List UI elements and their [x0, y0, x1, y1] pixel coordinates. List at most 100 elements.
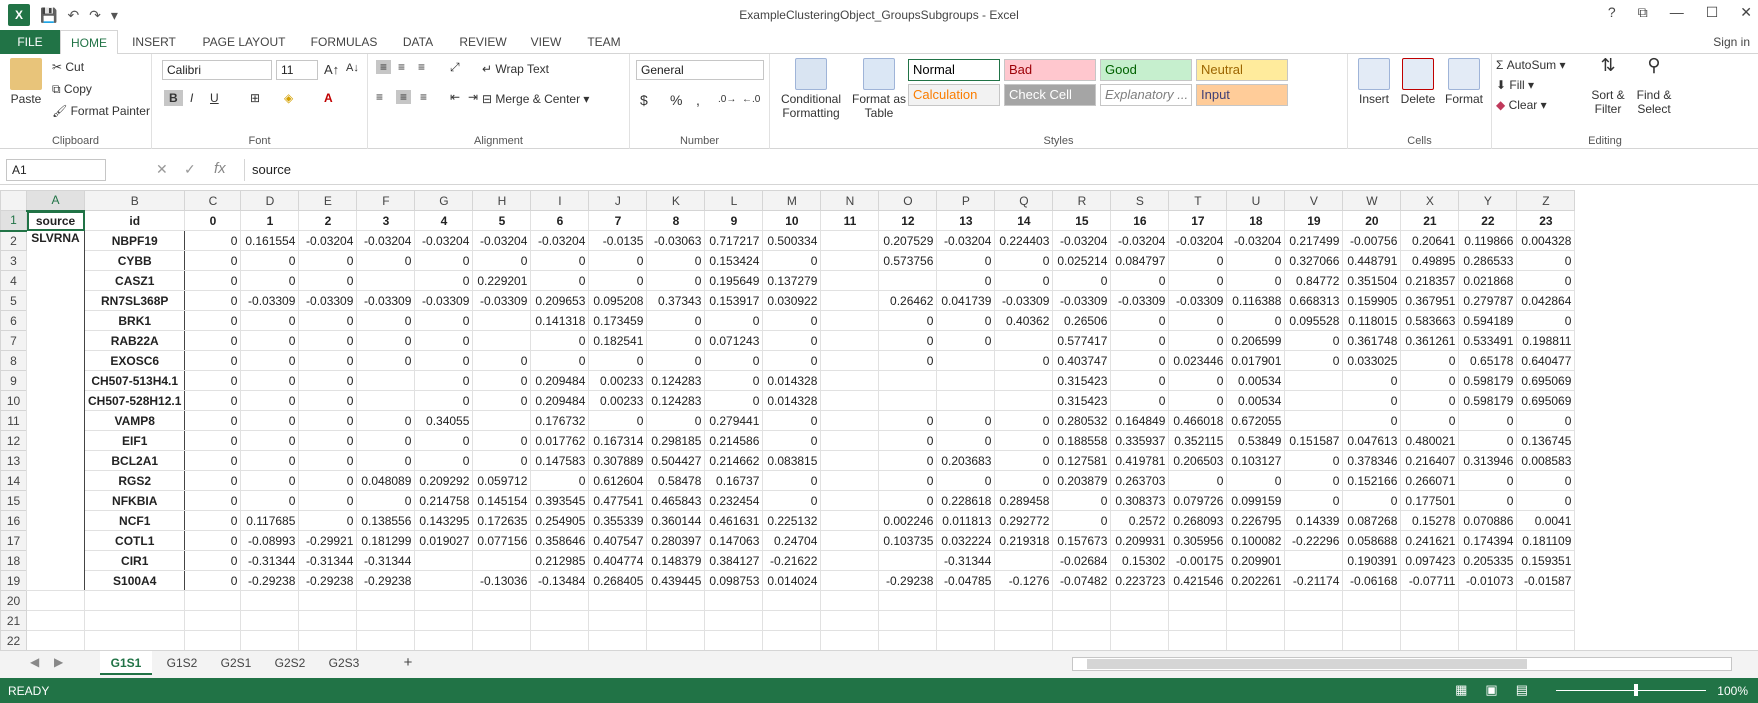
- worksheet-table[interactable]: A B C D E F G H I J K L M N O P Q R S T U V W X Y Z 1 source id 0 1 2 3 4…: [0, 190, 1576, 650]
- value-cell[interactable]: 0.612604: [588, 470, 648, 491]
- horizontal-scroll-thumb[interactable]: [1087, 659, 1527, 669]
- close-button[interactable]: ✕: [1740, 4, 1752, 21]
- value-cell[interactable]: [472, 310, 532, 331]
- value-cell[interactable]: 0.188558: [1052, 430, 1112, 451]
- empty-cell[interactable]: [530, 630, 590, 650]
- value-cell[interactable]: -0.03204: [356, 230, 416, 251]
- number-format-combo[interactable]: General: [636, 60, 764, 80]
- value-cell[interactable]: 0: [530, 270, 590, 291]
- value-cell[interactable]: 0.461631: [704, 510, 764, 531]
- value-cell[interactable]: 0: [1284, 450, 1344, 471]
- value-cell[interactable]: 0.24704: [762, 530, 822, 551]
- value-cell[interactable]: -0.22296: [1284, 530, 1344, 551]
- value-cell[interactable]: 0.017901: [1226, 350, 1286, 371]
- row-header[interactable]: 9: [0, 370, 27, 391]
- value-cell[interactable]: 0.182541: [588, 330, 648, 351]
- value-cell[interactable]: 0: [184, 270, 242, 291]
- value-cell[interactable]: -0.03204: [1052, 230, 1112, 251]
- currency-button[interactable]: $: [640, 92, 648, 108]
- value-cell[interactable]: 0.203683: [936, 450, 996, 471]
- value-cell[interactable]: 0.355339: [588, 510, 648, 531]
- value-cell[interactable]: 0: [1110, 270, 1170, 291]
- value-cell[interactable]: 0: [1226, 250, 1286, 271]
- value-cell[interactable]: 0: [762, 490, 822, 511]
- header-cell[interactable]: 6: [530, 210, 590, 231]
- value-cell[interactable]: 0: [1342, 490, 1402, 511]
- value-cell[interactable]: 0.137279: [762, 270, 822, 291]
- row-header[interactable]: 11: [0, 410, 27, 431]
- value-cell[interactable]: 0: [240, 370, 300, 391]
- value-cell[interactable]: 0.279787: [1458, 290, 1518, 311]
- value-cell[interactable]: -0.04785: [936, 570, 996, 591]
- value-cell[interactable]: 0: [936, 410, 996, 431]
- conditional-formatting-button[interactable]: Conditional Formatting: [776, 58, 846, 120]
- value-cell[interactable]: 0.023446: [1168, 350, 1228, 371]
- value-cell[interactable]: [356, 370, 416, 391]
- empty-cell[interactable]: [646, 610, 706, 631]
- value-cell[interactable]: 0.407547: [588, 530, 648, 551]
- value-cell[interactable]: 0: [762, 410, 822, 431]
- value-cell[interactable]: 0.136745: [1516, 430, 1576, 451]
- value-cell[interactable]: 0.241621: [1400, 530, 1460, 551]
- header-cell[interactable]: 2: [298, 210, 358, 231]
- value-cell[interactable]: 0.205335: [1458, 550, 1518, 571]
- value-cell[interactable]: 0.292772: [994, 510, 1054, 531]
- empty-cell[interactable]: [1110, 590, 1170, 611]
- value-cell[interactable]: 0.219318: [994, 530, 1054, 551]
- value-cell[interactable]: 0.223723: [1110, 570, 1170, 591]
- value-cell[interactable]: 0.138556: [356, 510, 416, 531]
- value-cell[interactable]: 0.224403: [994, 230, 1054, 251]
- tab-formulas[interactable]: FORMULAS: [306, 30, 382, 54]
- insert-cells-button[interactable]: Insert: [1354, 58, 1394, 106]
- value-cell[interactable]: 0: [762, 350, 822, 371]
- increase-indent-icon[interactable]: ⇥: [468, 90, 478, 104]
- value-cell[interactable]: 0.226795: [1226, 510, 1286, 531]
- value-cell[interactable]: -0.13484: [530, 570, 590, 591]
- value-cell[interactable]: 0: [1284, 330, 1344, 351]
- new-sheet-button[interactable]: +: [396, 651, 420, 675]
- value-cell[interactable]: 0.573756: [878, 250, 938, 271]
- empty-cell[interactable]: [240, 610, 300, 631]
- value-cell[interactable]: 0.583663: [1400, 310, 1460, 331]
- column-header-w[interactable]: W: [1342, 190, 1402, 211]
- empty-cell[interactable]: [1516, 590, 1576, 611]
- value-cell[interactable]: 0.2572: [1110, 510, 1170, 531]
- value-cell[interactable]: -0.03309: [472, 290, 532, 311]
- empty-cell[interactable]: [1516, 630, 1576, 650]
- delete-cells-button[interactable]: Delete: [1398, 58, 1438, 106]
- value-cell[interactable]: 0.033025: [1342, 350, 1402, 371]
- value-cell[interactable]: 0: [762, 470, 822, 491]
- gene-id-cell[interactable]: BCL2A1: [83, 450, 186, 471]
- value-cell[interactable]: 0.40362: [994, 310, 1054, 331]
- empty-cell[interactable]: [762, 610, 822, 631]
- ribbon-display-button[interactable]: ⧉: [1638, 4, 1648, 21]
- value-cell[interactable]: 0.218357: [1400, 270, 1460, 291]
- value-cell[interactable]: -0.06168: [1342, 570, 1402, 591]
- empty-cell[interactable]: [472, 610, 532, 631]
- value-cell[interactable]: 0.26506: [1052, 310, 1112, 331]
- gene-id-cell[interactable]: NCF1: [83, 510, 186, 531]
- header-cell[interactable]: 9: [704, 210, 764, 231]
- row-header[interactable]: 7: [0, 330, 27, 351]
- value-cell[interactable]: 0: [1400, 350, 1460, 371]
- empty-cell[interactable]: [414, 610, 474, 631]
- empty-cell[interactable]: [820, 630, 880, 650]
- value-cell[interactable]: 0: [356, 450, 416, 471]
- sign-in-link[interactable]: Sign in: [1713, 30, 1750, 54]
- value-cell[interactable]: 0.014328: [762, 370, 822, 391]
- zoom-slider[interactable]: [1556, 690, 1706, 691]
- value-cell[interactable]: 0.26462: [878, 290, 938, 311]
- column-header-s[interactable]: S: [1110, 190, 1170, 211]
- header-cell[interactable]: 7: [588, 210, 648, 231]
- format-painter-button[interactable]: 🖌 Format Painter: [52, 104, 150, 118]
- value-cell[interactable]: 0: [1458, 490, 1518, 511]
- value-cell[interactable]: 0: [1110, 370, 1170, 391]
- page-layout-view-icon[interactable]: ▣: [1485, 682, 1497, 698]
- value-cell[interactable]: 0.214586: [704, 430, 764, 451]
- value-cell[interactable]: 0: [472, 350, 532, 371]
- header-cell[interactable]: 1: [240, 210, 300, 231]
- value-cell[interactable]: 0.151587: [1284, 430, 1344, 451]
- value-cell[interactable]: 0.466018: [1168, 410, 1228, 431]
- value-cell[interactable]: 0.203879: [1052, 470, 1112, 491]
- gene-id-cell[interactable]: RN7SL368P: [83, 290, 186, 311]
